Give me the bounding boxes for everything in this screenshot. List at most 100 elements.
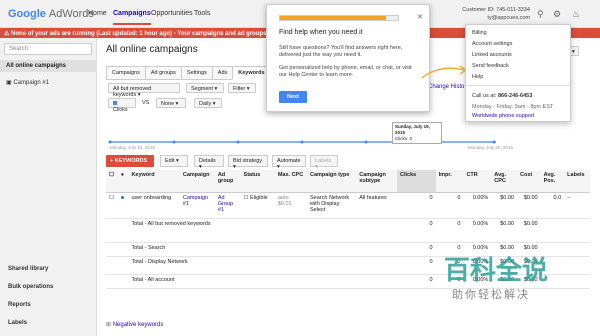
header-clicks[interactable]: Clicks <box>397 170 436 193</box>
tab-keywords[interactable]: Keywords <box>232 66 271 80</box>
change-history-link[interactable]: Change Histo <box>428 84 464 90</box>
chart-point <box>108 140 112 144</box>
total-ctr: 0.00% <box>463 218 492 243</box>
edit-button[interactable]: Edit ▾ <box>160 155 188 167</box>
sidebar-search-input[interactable]: Search <box>4 43 92 55</box>
header-campaign[interactable]: Campaign <box>179 170 215 193</box>
bid-strategy-button[interactable]: Bid strategy ▾ <box>228 155 268 170</box>
search-icon[interactable]: ⚲ <box>537 9 544 20</box>
period-dropdown[interactable]: Daily ▾ <box>194 98 222 108</box>
sidebar-labels[interactable]: Labels <box>8 320 27 326</box>
watermark-main: 百科全说 <box>444 256 549 286</box>
row-checkbox[interactable]: ☐ <box>106 192 118 219</box>
nav-tools[interactable]: Tools <box>194 10 210 17</box>
nav-opportunities[interactable]: Opportunities <box>151 10 193 17</box>
tab-settings[interactable]: Settings <box>180 66 213 80</box>
tab-ad-groups[interactable]: Ad groups <box>144 66 182 80</box>
worldwide-support-link[interactable]: Worldwide phone support <box>472 113 534 119</box>
bell-icon[interactable]: ♨ <box>572 9 580 20</box>
header-labels[interactable]: Labels <box>564 170 590 193</box>
row-clicks: 0 <box>397 192 436 219</box>
total-clicks: 0 <box>397 274 436 289</box>
chart-point <box>300 140 304 144</box>
tooltip-date: Sunday, July 19, 2015 <box>395 124 430 135</box>
header-campaign-type[interactable]: Campaign type <box>306 170 357 193</box>
nav-campaigns[interactable]: Campaigns <box>113 10 151 25</box>
nav-home[interactable]: Home <box>88 10 107 17</box>
menu-item-help[interactable]: Help <box>472 74 483 80</box>
row-keyword[interactable]: user onboarding <box>128 192 180 219</box>
chart-point <box>492 140 496 144</box>
header-avg-cpc[interactable]: Avg. CPC <box>491 170 518 193</box>
sidebar-shared-library[interactable]: Shared library <box>8 266 48 272</box>
automate-button[interactable]: Automate ▾ <box>272 155 306 170</box>
metric2-dropdown[interactable]: None ▾ <box>156 98 186 108</box>
row-ad-group-link[interactable]: Ad Group #1 <box>214 192 241 219</box>
total-label: Total - All but removed keywords <box>128 218 397 243</box>
status-icon: ☐ <box>243 194 249 201</box>
tooltip-value: Clicks: 0 <box>395 136 413 141</box>
negative-keywords-label: Negative keywords <box>112 322 164 328</box>
sidebar: Search All online campaigns ▣ Campaign #… <box>0 38 97 336</box>
menu-item-account-settings[interactable]: Account settings <box>472 41 512 47</box>
chart-point <box>172 140 176 144</box>
labels-button[interactable]: Labels ▾ <box>310 155 338 170</box>
sidebar-item-campaign[interactable]: ▣ Campaign #1 <box>6 79 49 86</box>
gear-icon[interactable]: ⚙ <box>553 9 561 20</box>
labels-label: Labels <box>315 158 332 164</box>
sidebar-campaign-label: Campaign #1 <box>13 80 50 86</box>
row-max-cpc[interactable]: auto: $0.01 <box>274 192 307 219</box>
chart-start-label: Monday, July 13, 2015 <box>110 145 155 150</box>
total-avg-cpc: $0.00 <box>491 218 518 243</box>
total-row: Total - All but removed keywords 0 0 0.0… <box>106 218 590 243</box>
header-max-cpc[interactable]: Max. CPC <box>274 170 307 193</box>
header-cost[interactable]: Cost <box>517 170 541 193</box>
segment-dropdown[interactable]: Segment ▾ <box>186 83 224 93</box>
filter-dropdown[interactable]: Filter ▾ <box>228 83 256 93</box>
total-label: Total - Display Network <box>128 256 397 275</box>
header-ad-group[interactable]: Ad group <box>214 170 241 193</box>
row-campaign-type: Search Network with Display Select <box>306 192 357 219</box>
chart-end-label: Monday, July 20, 2015 <box>468 145 513 150</box>
header-status[interactable]: Status <box>240 170 275 193</box>
row-impr: 0 <box>435 192 464 219</box>
metric1-dropdown[interactable]: Clicks <box>108 98 136 113</box>
segment-label: Segment <box>191 86 214 92</box>
menu-item-send-feedback[interactable]: Send feedback <box>472 63 509 69</box>
header-campaign-subtype[interactable]: Campaign subtype <box>356 170 397 193</box>
metric1-swatch <box>113 101 117 105</box>
menu-item-billing[interactable]: Billing <box>472 30 487 36</box>
popup-text-2: Get personalized help by phone, email, o… <box>279 65 412 78</box>
sidebar-item-all-campaigns[interactable]: All online campaigns <box>0 60 97 72</box>
negative-keywords-link[interactable]: ⊞ Negative keywords <box>106 321 163 328</box>
automate-label: Automate <box>277 158 301 164</box>
header-impr[interactable]: Impr. <box>435 170 464 193</box>
sidebar-bulk-operations[interactable]: Bulk operations <box>8 284 53 290</box>
header-keyword[interactable]: Keyword <box>128 170 180 193</box>
sidebar-reports[interactable]: Reports <box>8 302 31 308</box>
customer-info[interactable]: Customer ID: 745-011-3334 ty@appcues.com <box>462 6 530 22</box>
total-impr: 0 <box>435 218 464 243</box>
header-ctr[interactable]: CTR <box>463 170 492 193</box>
details-button[interactable]: Details ▾ <box>194 155 224 170</box>
tour-progress-fill <box>280 16 387 20</box>
tab-ads[interactable]: Ads <box>211 66 234 80</box>
total-cost: $0.00 <box>517 218 541 243</box>
tab-campaigns[interactable]: Campaigns <box>106 66 146 80</box>
header-checkbox[interactable]: ☐ <box>106 170 118 193</box>
popup-title: Find help when you need it <box>279 29 363 36</box>
header-avg-pos[interactable]: Avg. Pos. <box>540 170 565 193</box>
next-button[interactable]: Next <box>279 91 307 103</box>
close-icon[interactable]: ✕ <box>417 13 423 21</box>
menu-divider <box>466 85 570 86</box>
chart-tooltip: Sunday, July 19, 2015 Clicks: 0 <box>392 122 442 144</box>
add-keywords-button[interactable]: + KEYWORDS <box>106 155 154 167</box>
customer-id: Customer ID: 745-011-3334 <box>462 7 530 13</box>
row-campaign-link[interactable]: Campaign #1 <box>179 192 215 219</box>
total-clicks: 0 <box>397 256 436 275</box>
adwords-logo[interactable]: Google AdWords <box>8 8 94 20</box>
row-status-dot <box>117 192 129 219</box>
menu-item-linked-accounts[interactable]: Linked accounts <box>472 52 512 58</box>
row-campaign-subtype: All features <box>356 192 397 219</box>
keyword-status-dropdown[interactable]: All but removed keywords ▾ <box>108 83 180 98</box>
